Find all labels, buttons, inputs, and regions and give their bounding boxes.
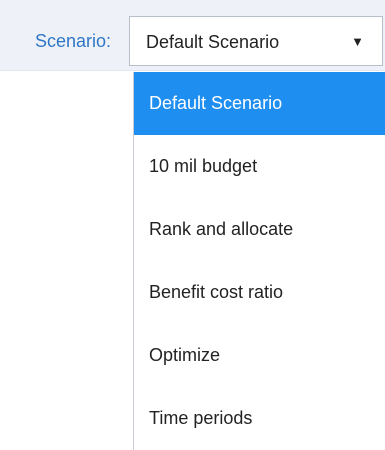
scenario-dropdown-list: Default Scenario 10 mil budget Rank and … bbox=[133, 72, 385, 450]
scenario-option-10-mil-budget[interactable]: 10 mil budget bbox=[134, 135, 385, 198]
scenario-label: Scenario: bbox=[35, 31, 112, 51]
scenario-option-time-periods[interactable]: Time periods bbox=[134, 387, 385, 450]
scenario-option-default[interactable]: Default Scenario bbox=[134, 72, 385, 135]
scenario-option-benefit-cost-ratio[interactable]: Benefit cost ratio bbox=[134, 261, 385, 324]
triangle-down-icon: ▼ bbox=[351, 34, 364, 49]
scenario-option-rank-and-allocate[interactable]: Rank and allocate bbox=[134, 198, 385, 261]
scenario-option-optimize[interactable]: Optimize bbox=[134, 324, 385, 387]
scenario-select[interactable]: Default Scenario ▼ bbox=[129, 16, 383, 66]
scenario-toolbar: Scenario: Default Scenario ▼ bbox=[0, 0, 385, 71]
scenario-select-value: Default Scenario bbox=[146, 32, 280, 52]
